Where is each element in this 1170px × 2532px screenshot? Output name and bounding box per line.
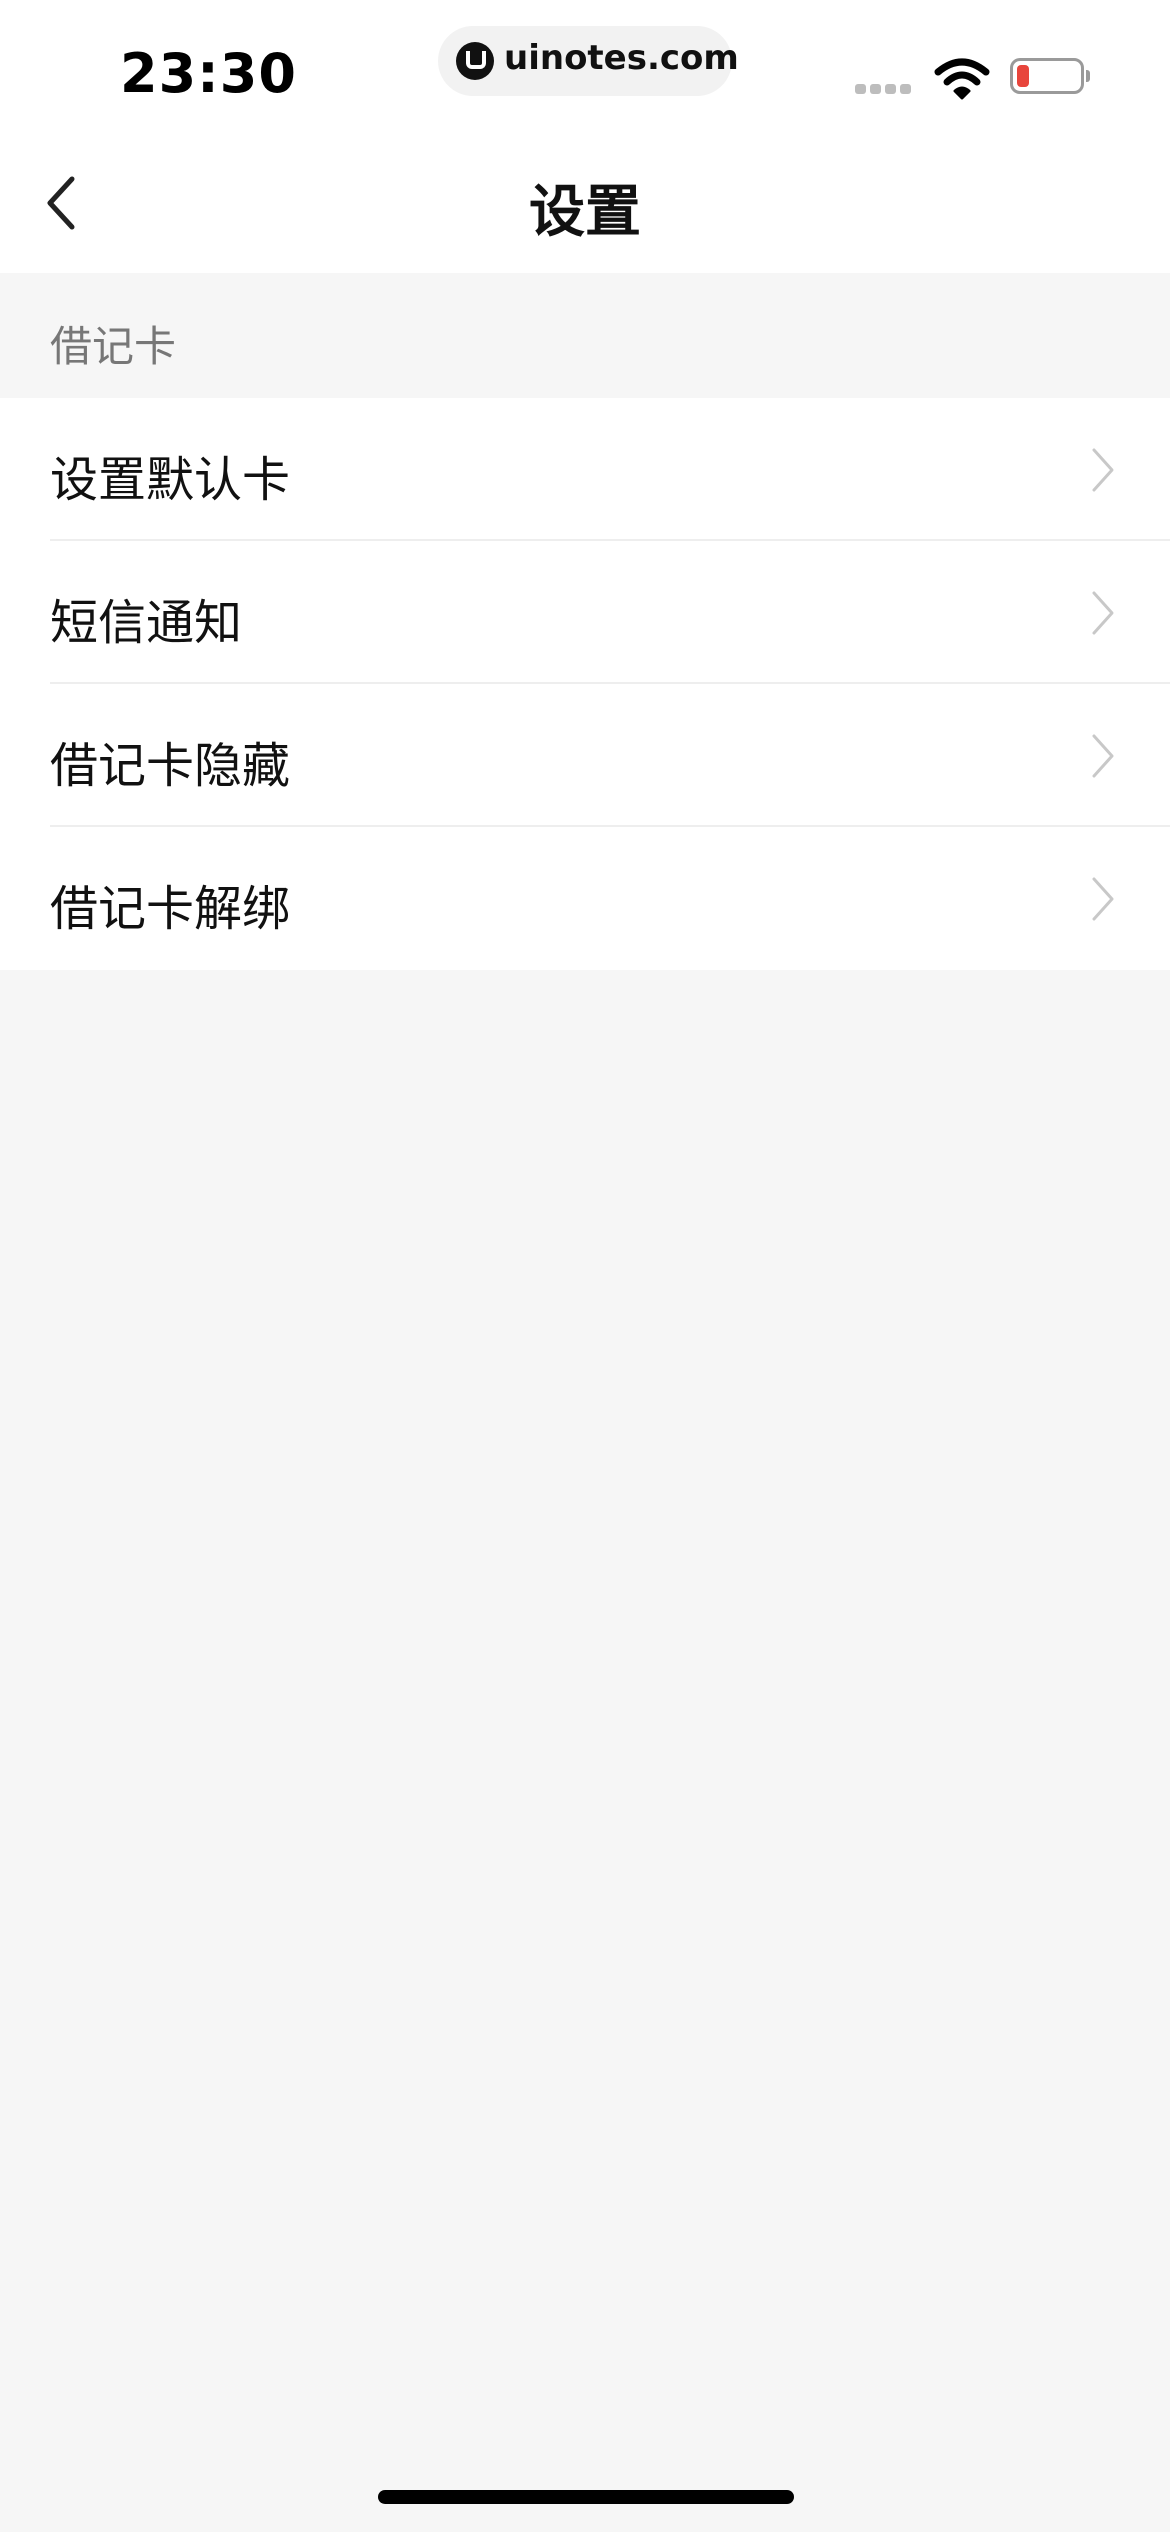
battery-level [1017, 65, 1029, 87]
page-title: 设置 [529, 180, 641, 245]
cellular-signal-icon [855, 84, 915, 96]
menu-item-label: 借记卡解绑 [50, 881, 291, 937]
chevron-right-icon [1092, 734, 1114, 778]
url-text: uinotes.com [504, 38, 739, 78]
home-indicator[interactable] [378, 2490, 794, 2504]
menu-item-label: 设置默认卡 [50, 452, 291, 508]
section-header-label: 借记卡 [50, 322, 177, 371]
menu-item-hide-card[interactable]: 借记卡隐藏 [0, 684, 1170, 827]
menu-item-label: 借记卡隐藏 [50, 738, 291, 794]
menu-item-label: 短信通知 [50, 595, 243, 651]
menu-item-unbind-card[interactable]: 借记卡解绑 [0, 827, 1170, 970]
battery-tip [1086, 70, 1090, 82]
site-logo-icon [456, 42, 494, 80]
menu-item-sms-notification[interactable]: 短信通知 [0, 541, 1170, 684]
chevron-right-icon [1092, 448, 1114, 492]
section-header: 借记卡 [0, 273, 1170, 398]
chevron-right-icon [1092, 591, 1114, 635]
status-time: 23:30 [120, 42, 297, 105]
menu-item-default-card[interactable]: 设置默认卡 [0, 398, 1170, 541]
chevron-right-icon [1092, 877, 1114, 921]
battery-icon [1010, 58, 1084, 94]
settings-list: 设置默认卡 短信通知 借记卡隐藏 借记卡解绑 [0, 398, 1170, 970]
wifi-icon [934, 58, 990, 100]
url-pill[interactable]: uinotes.com [438, 26, 739, 96]
navigation-bar: 设置 [0, 135, 1170, 273]
status-bar: 23:30 uinotes.com [0, 0, 1170, 135]
